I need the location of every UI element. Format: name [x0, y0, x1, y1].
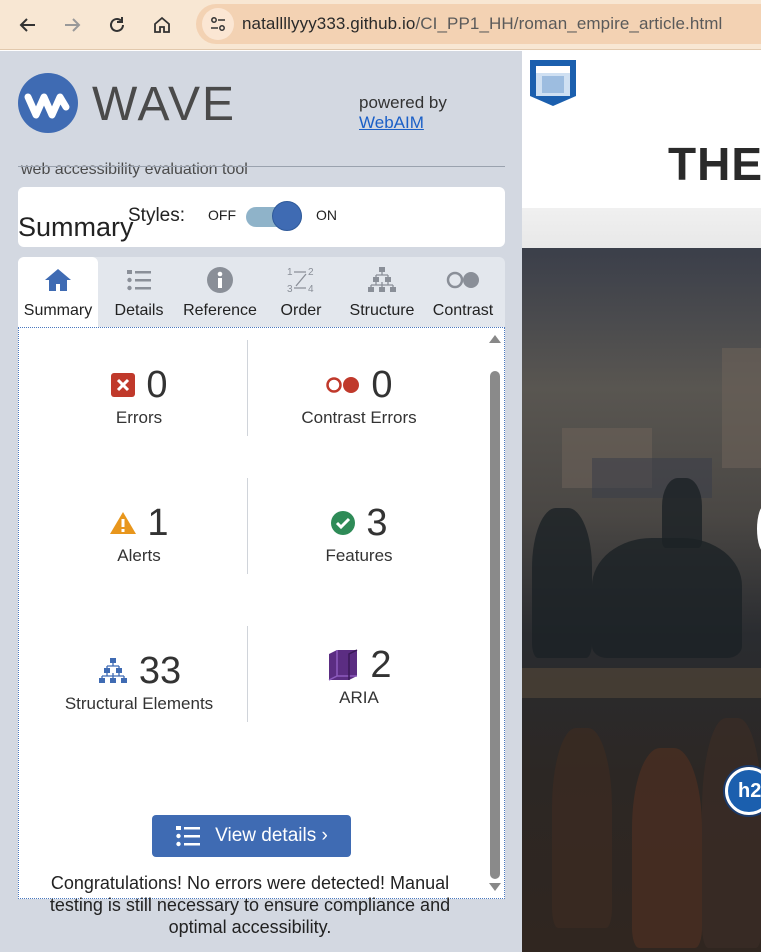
stat-label: Contrast Errors [301, 408, 417, 427]
stat-count: 2 [370, 643, 392, 686]
view-details-label: View details › [215, 825, 328, 846]
styles-toggle-knob[interactable] [272, 201, 302, 231]
stat-contrast-errors[interactable]: 0 Contrast Errors [249, 364, 469, 428]
back-button[interactable] [10, 7, 46, 43]
site-info-icon[interactable] [202, 8, 234, 40]
toggle-on-label: ON [316, 207, 337, 223]
stat-count: 0 [371, 363, 393, 406]
forward-arrow-icon [65, 18, 81, 32]
powered-by-text: powered by [359, 93, 447, 112]
contrast-error-icon [326, 377, 360, 393]
scroll-up-icon[interactable] [489, 335, 501, 343]
stat-label: Features [325, 546, 393, 565]
home-outline-icon [154, 16, 170, 33]
info-icon [207, 267, 233, 293]
tab-summary[interactable]: Summary [18, 257, 98, 329]
list-icon [176, 826, 201, 847]
svg-text:4: 4 [308, 284, 314, 295]
svg-text:1: 1 [287, 267, 293, 278]
divider [247, 478, 248, 574]
stat-aria[interactable]: 2 ARIA [249, 644, 469, 708]
wave-logo-icon [18, 73, 78, 133]
styles-label: Styles: [128, 205, 186, 226]
url-text: natallllyyy333.github.io/CI_PP1_HH/roman… [242, 14, 722, 34]
stat-label: Errors [115, 408, 163, 427]
wave-structure-badge-icon[interactable] [528, 58, 578, 113]
tab-details[interactable]: Details [99, 257, 179, 327]
stat-count: 1 [147, 501, 169, 544]
contrast-icon [446, 271, 479, 289]
page-title: THE [668, 138, 761, 190]
tab-label: Contrast [432, 302, 494, 319]
url-host: natallllyyy333.github.io [242, 14, 416, 33]
stat-alerts[interactable]: 1 Alerts [29, 502, 249, 566]
svg-text:3: 3 [287, 284, 293, 295]
tab-contrast[interactable]: Contrast [423, 257, 503, 327]
stat-structural-elements[interactable]: 33 Structural Elements [29, 650, 249, 714]
aria-icon [329, 649, 358, 681]
webaim-link[interactable]: WebAIM [359, 113, 447, 133]
stat-label: Alerts [117, 546, 161, 565]
back-arrow-icon [19, 18, 35, 32]
feature-icon [331, 511, 356, 535]
stat-errors[interactable]: 0 Errors [29, 364, 249, 428]
stat-count: 3 [366, 501, 388, 544]
home-icon [45, 269, 71, 291]
structure-icon [98, 658, 127, 683]
tab-reference[interactable]: Reference [180, 257, 260, 327]
svg-text:2: 2 [308, 267, 314, 278]
wave-logo-text: WAVE [92, 78, 237, 131]
scrollbar[interactable] [489, 331, 501, 894]
toggle-off-label: OFF [208, 207, 236, 223]
stat-count: 0 [146, 363, 168, 406]
view-details-button[interactable]: View details › [152, 815, 351, 857]
section-title: Summary [18, 212, 134, 242]
page-header-shadow [522, 208, 761, 248]
forward-button[interactable] [54, 7, 90, 43]
reload-button[interactable] [99, 7, 135, 43]
scroll-thumb[interactable] [490, 371, 500, 879]
alert-icon [110, 512, 137, 534]
url-path: /CI_PP1_HH/roman_empire_article.html [415, 14, 723, 33]
structure-icon [368, 267, 396, 292]
reload-icon [110, 17, 124, 32]
hero-image [522, 248, 761, 952]
stat-label: Structural Elements [64, 694, 214, 713]
home-button[interactable] [144, 7, 180, 43]
error-icon [111, 373, 136, 397]
summary-content: 0 Errors 0 Contrast Errors 1 Alerts 3 Fe… [18, 327, 505, 899]
tab-order[interactable]: 1234 Order [261, 257, 341, 327]
stat-count: 33 [138, 649, 182, 692]
scroll-down-icon[interactable] [489, 883, 501, 891]
powered-by: powered by WebAIM [359, 93, 447, 133]
divider [18, 166, 505, 167]
address-bar[interactable]: natallllyyy333.github.io/CI_PP1_HH/roman… [196, 4, 761, 44]
tab-structure[interactable]: Structure [342, 257, 422, 327]
order-icon: 1 2 3 4 [287, 267, 314, 295]
divider [247, 626, 248, 722]
stat-label: ARIA [339, 688, 379, 707]
wave-logo-subtitle: web accessibility evaluation tool [21, 161, 248, 178]
browser-toolbar: natallllyyy333.github.io/CI_PP1_HH/roman… [0, 0, 761, 50]
list-icon [127, 270, 151, 291]
stat-features[interactable]: 3 Features [249, 502, 469, 566]
congrats-message: Congratulations! No errors were detected… [49, 873, 451, 937]
panel-tabs: Summary Details Reference 1234 Order Str… [18, 257, 505, 329]
divider [247, 340, 248, 436]
